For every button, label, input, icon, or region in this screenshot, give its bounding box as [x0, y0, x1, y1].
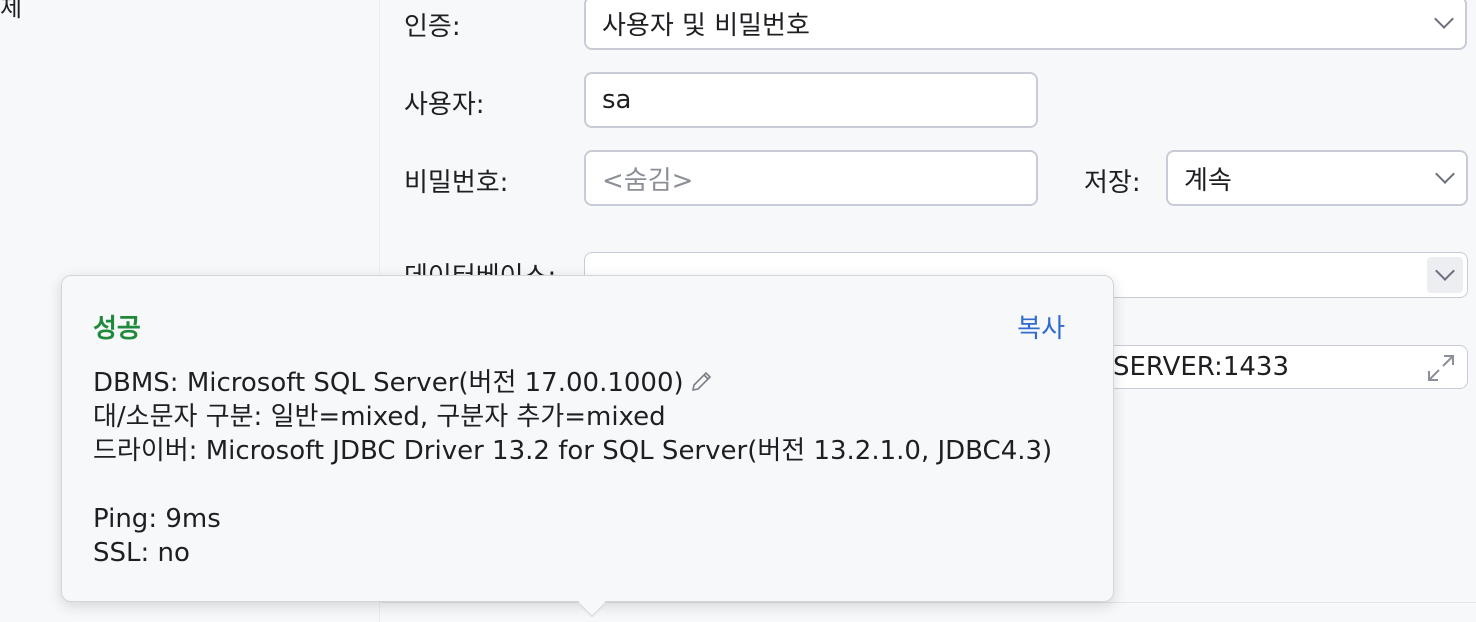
- save-label: 저장:: [1084, 168, 1141, 198]
- popup-status-title: 성공: [93, 314, 141, 344]
- save-select-value: 계속: [1184, 165, 1232, 196]
- footer-divider: [381, 602, 1476, 603]
- user-input-value: sa: [602, 85, 632, 115]
- popup-details: DBMS: Microsoft SQL Server(버전 17.00.1000…: [93, 366, 1052, 570]
- dbms-line: DBMS: Microsoft SQL Server(버전 17.00.1000…: [93, 366, 1052, 400]
- auth-select[interactable]: 사용자 및 비밀번호: [584, 0, 1467, 50]
- expand-icon[interactable]: [1425, 352, 1457, 384]
- chevron-down-icon: [1435, 261, 1455, 281]
- chevron-down-icon: [1434, 9, 1454, 29]
- auth-label: 인증:: [404, 12, 461, 42]
- left-panel-stub-text: 제: [0, 0, 23, 22]
- test-connection-popup: 성공 복사 DBMS: Microsoft SQL Server(버전 17.0…: [61, 275, 1114, 618]
- user-input[interactable]: sa: [584, 72, 1038, 128]
- password-field[interactable]: <숨김>: [584, 150, 1038, 206]
- pencil-icon[interactable]: [688, 369, 714, 395]
- dbms-text: DBMS: Microsoft SQL Server(버전 17.00.1000…: [93, 368, 684, 398]
- chevron-down-icon: [1435, 164, 1455, 184]
- case-sensitivity-line: 대/소문자 구분: 일반=mixed, 구분자 추가=mixed: [93, 402, 666, 432]
- save-select[interactable]: 계속: [1166, 150, 1468, 206]
- ping-line: Ping: 9ms: [93, 504, 221, 534]
- password-placeholder: <숨김>: [602, 165, 694, 196]
- database-dropdown-button[interactable]: [1427, 257, 1463, 293]
- url-input-value: SERVER:1433: [1113, 352, 1289, 382]
- ssl-line: SSL: no: [93, 538, 190, 568]
- copy-link[interactable]: 복사: [1017, 308, 1065, 345]
- password-label: 비밀번호:: [404, 168, 509, 198]
- user-label: 사용자:: [404, 90, 485, 120]
- auth-select-value: 사용자 및 비밀번호: [602, 10, 810, 41]
- driver-line: 드라이버: Microsoft JDBC Driver 13.2 for SQL…: [93, 436, 1053, 466]
